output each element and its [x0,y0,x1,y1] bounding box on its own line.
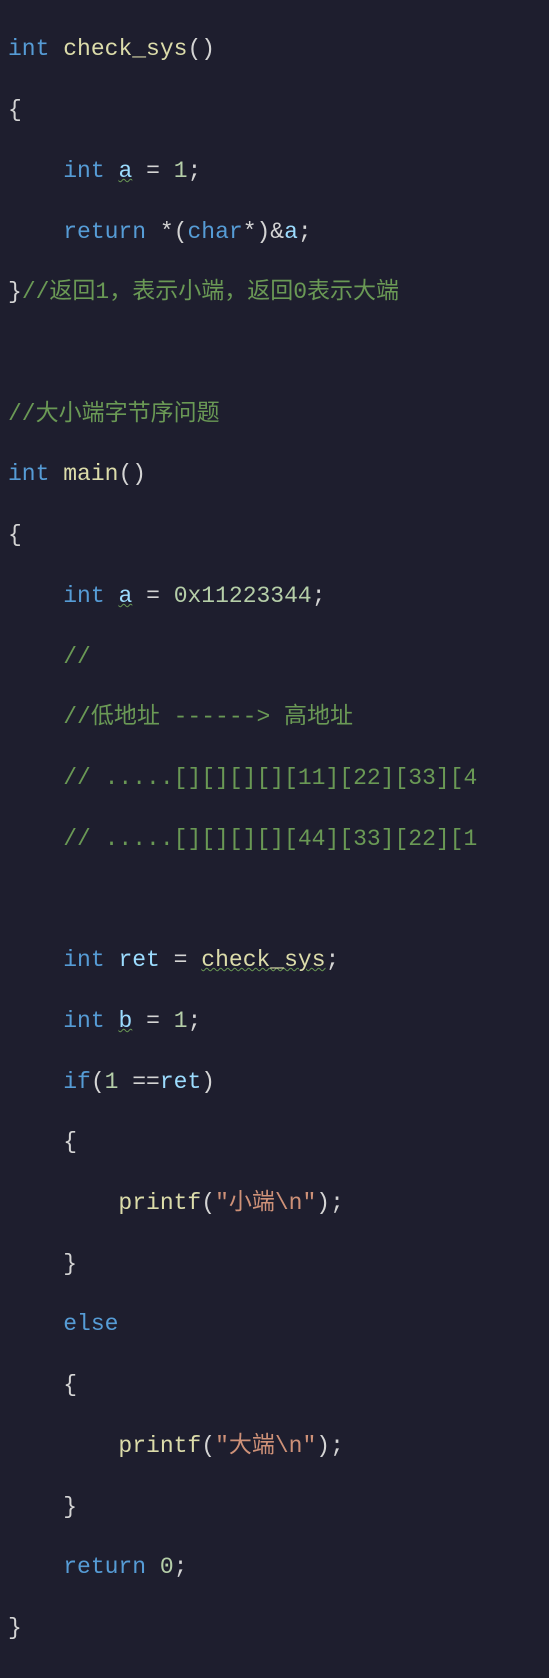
number-literal: 1 [174,1008,188,1034]
code-line [8,884,549,914]
semicolon: ; [326,947,340,973]
code-line: int ret = check_sys; [8,945,549,975]
parentheses: () [187,36,215,62]
code-line: int b = 1; [8,1006,549,1036]
keyword-int: int [63,947,104,973]
variable-a: a [284,219,298,245]
brace-open: { [8,97,22,123]
paren-open: ( [201,1433,215,1459]
code-line: { [8,520,549,550]
semicolon: ; [188,158,202,184]
keyword-int: int [63,1008,104,1034]
keyword-int: int [8,461,49,487]
code-line: printf("大端\n"); [8,1431,549,1461]
variable-ret: ret [160,1069,201,1095]
paren-close: ); [316,1433,344,1459]
operator: == [118,1069,159,1095]
code-line: } [8,1492,549,1522]
code-line: int check_sys() [8,34,549,64]
variable-ret: ret [118,947,159,973]
number-literal: 0 [146,1554,174,1580]
code-line: //低地址 ------> 高地址 [8,702,549,732]
paren-open: ( [201,1190,215,1216]
brace-close: } [8,1615,22,1641]
code-line: int main() [8,459,549,489]
operator: = [132,1008,173,1034]
paren-close: ) [201,1069,215,1095]
keyword-int: int [63,158,104,184]
comment: //大小端字节序问题 [8,401,220,427]
keyword-int: int [8,36,49,62]
semicolon: ; [298,219,312,245]
code-editor[interactable]: int check_sys() { int a = 1; return *(ch… [0,0,549,1678]
comment: // .....[][][][][44][33][22][1 [63,826,477,852]
function-printf: printf [118,1190,201,1216]
number-literal: 1 [105,1069,119,1095]
keyword-else: else [63,1311,118,1337]
code-line: printf("小端\n"); [8,1188,549,1218]
paren-open: ( [91,1069,105,1095]
code-line: int a = 0x11223344; [8,581,549,611]
brace-close: } [63,1251,77,1277]
code-line: int a = 1; [8,156,549,186]
code-line: }//返回1，表示小端，返回0表示大端 [8,277,549,307]
semicolon: ; [312,583,326,609]
brace-open: { [63,1372,77,1398]
code-line: { [8,95,549,125]
comment: //返回1，表示小端，返回0表示大端 [22,279,399,305]
number-literal: 1 [174,158,188,184]
operator: *( [146,219,187,245]
brace-close: } [8,279,22,305]
code-line: } [8,1249,549,1279]
code-line: // .....[][][][][44][33][22][1 [8,824,549,854]
comment: // .....[][][][][11][22][33][4 [63,765,477,791]
brace-open: { [63,1129,77,1155]
brace-close: } [63,1494,77,1520]
semicolon: ; [188,1008,202,1034]
keyword-return: return [63,1554,146,1580]
function-main: main [63,461,118,487]
variable-a: a [118,583,132,609]
brace-open: { [8,522,22,548]
code-line: else [8,1309,549,1339]
comment: // [63,644,91,670]
code-line: return *(char*)&a; [8,217,549,247]
keyword-int: int [63,583,104,609]
number-literal: 0x11223344 [174,583,312,609]
code-line: // .....[][][][][11][22][33][4 [8,763,549,793]
operator: *)& [243,219,284,245]
code-line: { [8,1127,549,1157]
code-line: // [8,642,549,672]
comment: //低地址 ------> 高地址 [63,704,353,730]
keyword-if: if [63,1069,91,1095]
operator: = [132,583,173,609]
type-char: char [187,219,242,245]
code-line [8,338,549,368]
operator: = [160,947,201,973]
function-name: check_sys [63,36,187,62]
string-literal: "小端\n" [215,1190,316,1216]
string-literal: "大端\n" [215,1433,316,1459]
code-line: { [8,1370,549,1400]
keyword-return: return [63,219,146,245]
operator: = [132,158,173,184]
variable-a: a [118,158,132,184]
code-line: } [8,1613,549,1643]
function-printf: printf [118,1433,201,1459]
semicolon: ; [174,1554,188,1580]
variable-b: b [118,1008,132,1034]
function-ref: check_sys [201,947,325,973]
code-line: return 0; [8,1552,549,1582]
parentheses: () [118,461,146,487]
paren-close: ); [316,1190,344,1216]
code-line: //大小端字节序问题 [8,399,549,429]
code-line: if(1 ==ret) [8,1067,549,1097]
